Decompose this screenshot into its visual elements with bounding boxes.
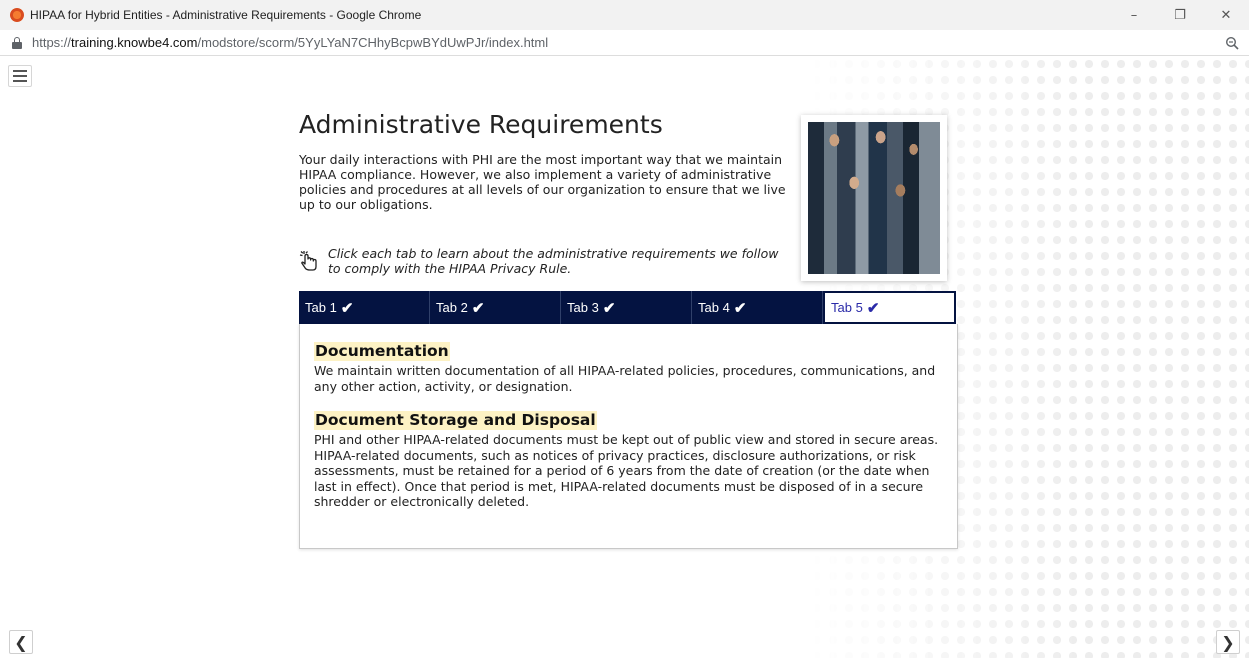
section-heading: Document Storage and Disposal bbox=[314, 411, 597, 430]
tab-5[interactable]: Tab 5 ✔ bbox=[823, 291, 956, 324]
close-button[interactable]: ✕ bbox=[1203, 0, 1249, 30]
tab-label: Tab 4 bbox=[698, 300, 730, 315]
restore-button[interactable]: ❐ bbox=[1157, 0, 1203, 30]
previous-button[interactable]: ❮ bbox=[9, 630, 33, 654]
hamburger-menu-icon[interactable] bbox=[8, 65, 32, 87]
tab-1[interactable]: Tab 1 ✔ bbox=[299, 291, 430, 324]
checkmark-icon: ✔ bbox=[733, 299, 747, 317]
section-body: We maintain written documentation of all… bbox=[314, 363, 936, 394]
zoom-icon[interactable] bbox=[1225, 36, 1239, 50]
window-controls: – ❐ ✕ bbox=[1111, 0, 1249, 30]
tab-label: Tab 1 bbox=[305, 300, 337, 315]
crowd-photo bbox=[801, 115, 947, 281]
address-bar[interactable]: https://training.knowbe4.com/modstore/sc… bbox=[0, 30, 1249, 56]
url-path: /modstore/scorm/5YyLYaN7CHhyBcpwBYdUwPJr… bbox=[197, 35, 549, 50]
url-scheme: https:// bbox=[32, 35, 72, 50]
checkmark-icon: ✔ bbox=[340, 299, 354, 317]
intro-text: Your daily interactions with PHI are the… bbox=[299, 152, 786, 212]
tab-label: Tab 2 bbox=[436, 300, 468, 315]
instruction-hint: Click each tab to learn about the admini… bbox=[328, 246, 779, 276]
course-page: Administrative Requirements Your daily i… bbox=[0, 56, 1249, 658]
minimize-button[interactable]: – bbox=[1111, 0, 1157, 30]
window-titlebar: HIPAA for Hybrid Entities - Administrati… bbox=[0, 0, 1249, 30]
tab-panel: Documentation We maintain written docume… bbox=[299, 324, 958, 549]
chrome-icon bbox=[10, 8, 24, 22]
tab-label: Tab 5 bbox=[831, 300, 863, 315]
checkmark-icon: ✔ bbox=[602, 299, 616, 317]
url-host: training.knowbe4.com bbox=[71, 35, 198, 50]
window-title: HIPAA for Hybrid Entities - Administrati… bbox=[30, 8, 422, 22]
crowd-photo-image bbox=[808, 122, 940, 274]
tab-2[interactable]: Tab 2 ✔ bbox=[430, 291, 561, 324]
checkmark-icon: ✔ bbox=[866, 299, 880, 317]
tab-3[interactable]: Tab 3 ✔ bbox=[561, 291, 692, 324]
section-body: PHI and other HIPAA-related documents mu… bbox=[314, 432, 939, 509]
url-text[interactable]: https://training.knowbe4.com/modstore/sc… bbox=[32, 35, 548, 50]
lock-icon[interactable] bbox=[12, 36, 22, 49]
page-title: Administrative Requirements bbox=[299, 110, 663, 139]
tab-4[interactable]: Tab 4 ✔ bbox=[692, 291, 823, 324]
hand-pointer-click-icon bbox=[299, 251, 317, 271]
section-heading: Documentation bbox=[314, 342, 450, 361]
checkmark-icon: ✔ bbox=[471, 299, 485, 317]
tab-label: Tab 3 bbox=[567, 300, 599, 315]
tab-bar: Tab 1 ✔ Tab 2 ✔ Tab 3 ✔ Tab 4 ✔ Tab 5 ✔ bbox=[299, 291, 956, 324]
next-button[interactable]: ❯ bbox=[1216, 630, 1240, 654]
